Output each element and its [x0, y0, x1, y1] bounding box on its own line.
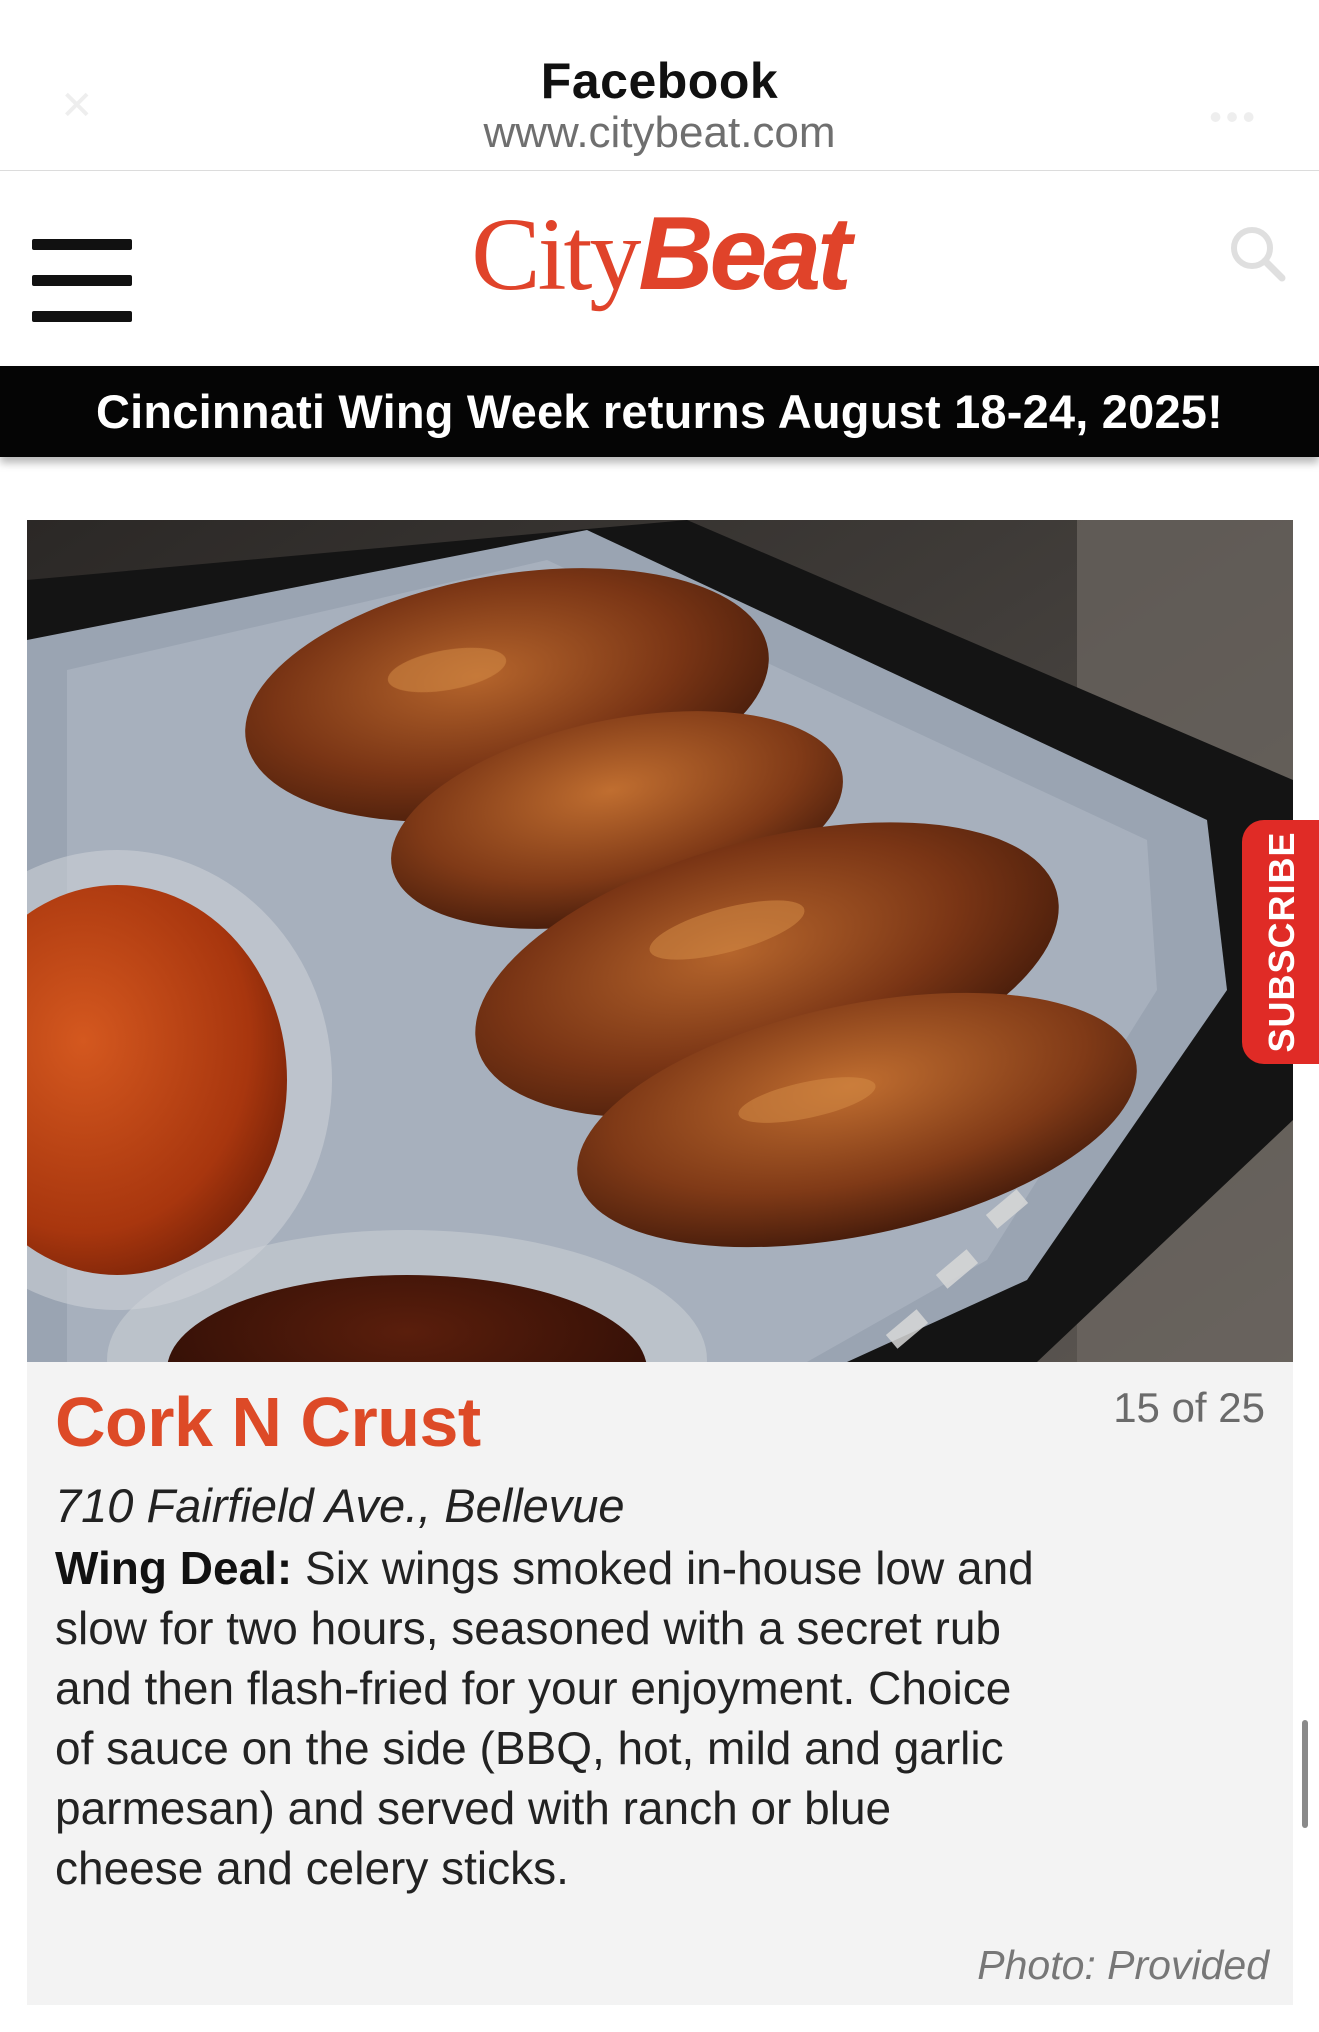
- more-options-icon[interactable]: •••: [1209, 96, 1259, 138]
- browser-url: www.citybeat.com: [483, 108, 836, 157]
- slide-caption: Cork N Crust 15 of 25 710 Fairfield Ave.…: [27, 1362, 1293, 2005]
- wing-deal-text: Six wings smoked in-house low and slow f…: [55, 1542, 1034, 1894]
- slide-counter: 15 of 25: [1113, 1384, 1265, 1431]
- site-header: CityBeat: [0, 171, 1319, 366]
- search-icon[interactable]: [1227, 223, 1287, 283]
- wing-week-banner[interactable]: Cincinnati Wing Week returns August 18-2…: [0, 366, 1319, 457]
- wings-photo-illustration: [27, 520, 1293, 1362]
- wing-deal-label: Wing Deal:: [55, 1542, 293, 1594]
- browser-title: Facebook: [540, 53, 779, 109]
- photo-credit: Photo: Provided: [977, 1942, 1269, 1988]
- wing-deal-description: Wing Deal: Six wings smoked in-house low…: [55, 1538, 1045, 1898]
- logo-city-text: City: [471, 197, 641, 312]
- restaurant-address: 710 Fairfield Ave., Bellevue: [55, 1479, 625, 1532]
- browser-header: ✕ Facebook www.citybeat.com •••: [0, 0, 1319, 171]
- subscribe-label: SUBSCRIBE: [1261, 831, 1302, 1053]
- subscribe-tab[interactable]: SUBSCRIBE: [1242, 820, 1319, 1064]
- gallery-slide: Cork N Crust 15 of 25 710 Fairfield Ave.…: [27, 520, 1293, 2005]
- scrollbar[interactable]: [1302, 1720, 1308, 1828]
- restaurant-name: Cork N Crust: [55, 1383, 481, 1461]
- site-logo[interactable]: CityBeat: [0, 189, 1319, 320]
- logo-beat-text: Beat: [638, 196, 851, 312]
- wings-photo[interactable]: [27, 520, 1293, 1362]
